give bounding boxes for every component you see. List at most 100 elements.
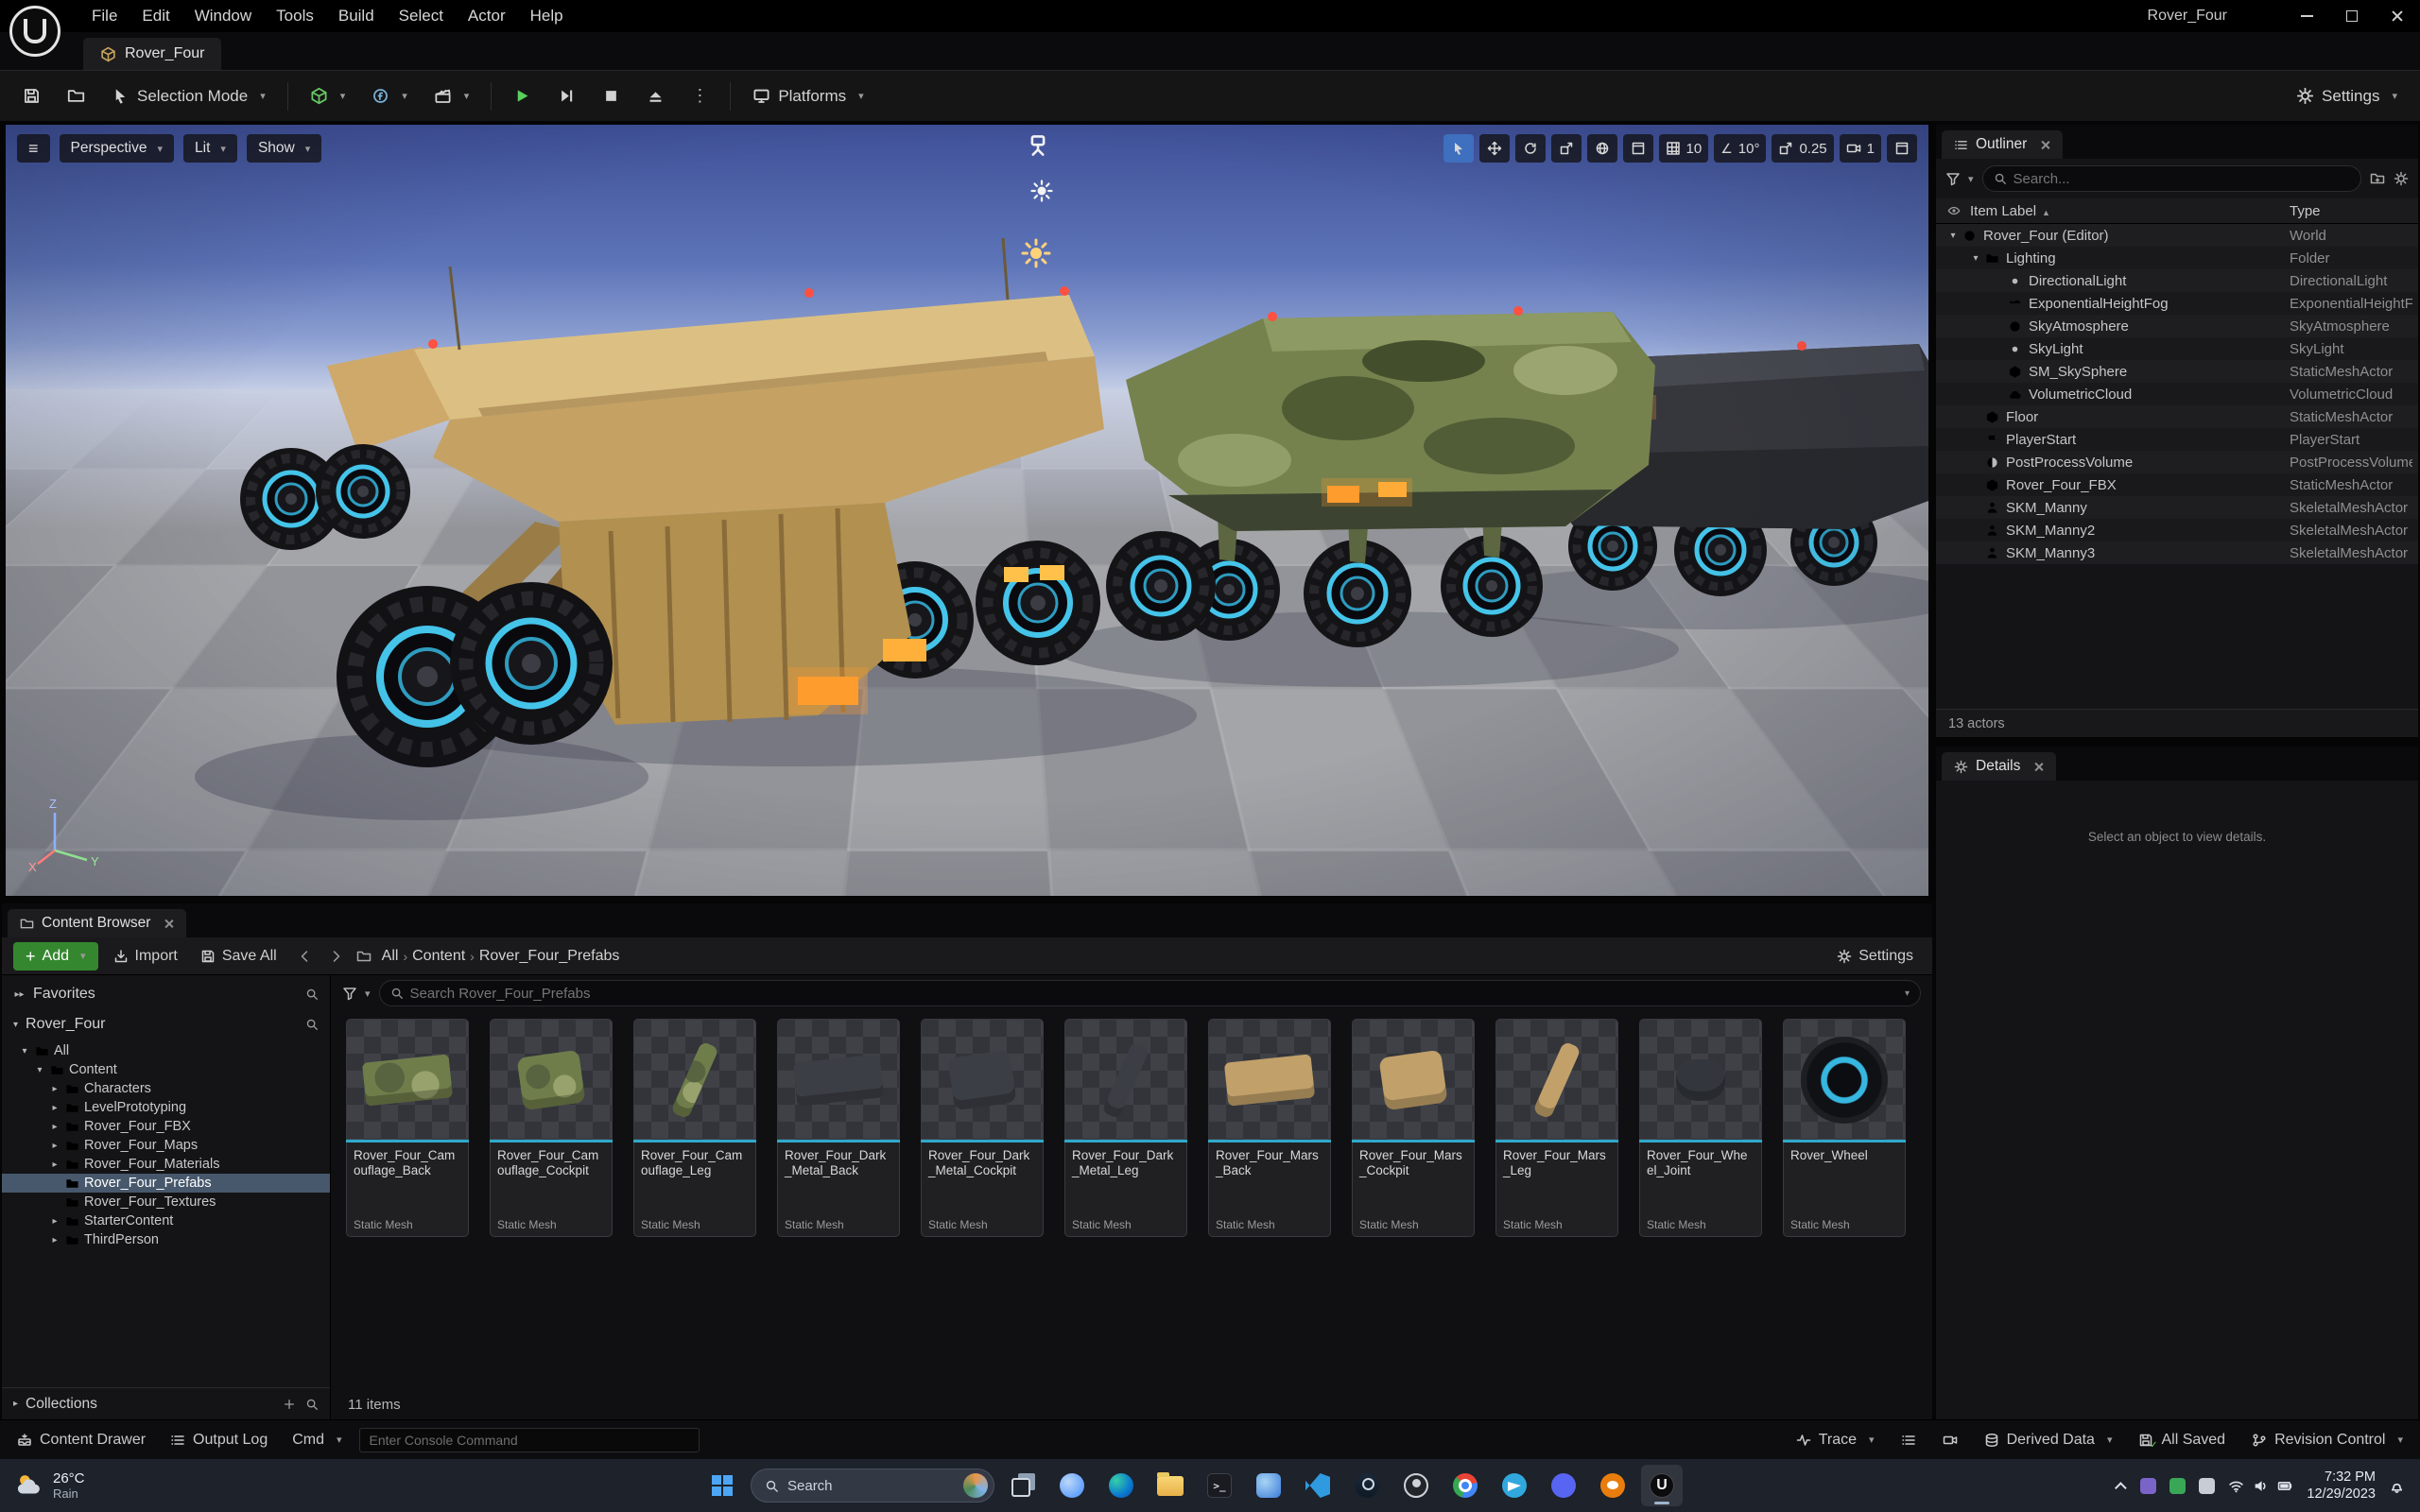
menu-item[interactable]: Build <box>326 0 387 32</box>
folder-tree-item[interactable]: Rover_Four_Maps <box>2 1136 330 1155</box>
surface-snap-button[interactable] <box>1623 134 1653 163</box>
asset-filter-button[interactable] <box>342 986 371 1001</box>
menu-item[interactable]: Help <box>518 0 576 32</box>
forward-button[interactable] <box>324 944 349 969</box>
expand-arrow-icon[interactable] <box>49 1160 60 1170</box>
taskbar-app-icon[interactable] <box>1297 1465 1339 1506</box>
trace-dropdown[interactable]: Trace <box>1789 1426 1882 1454</box>
taskbar-app-icon[interactable] <box>1395 1465 1437 1506</box>
search-icon[interactable] <box>305 1018 319 1031</box>
search-icon[interactable] <box>305 988 319 1001</box>
outliner-tab[interactable]: Outliner <box>1942 130 2063 159</box>
expand-arrow-icon[interactable] <box>49 1084 60 1094</box>
outliner-row[interactable]: SkyLight SkyLight <box>1936 337 2418 360</box>
close-icon[interactable] <box>2040 140 2050 150</box>
asset-tile[interactable]: Rover_Four_Mars_Back Static Mesh <box>1208 1019 1331 1237</box>
select-tool-button[interactable] <box>1443 134 1474 163</box>
taskbar-app-icon[interactable] <box>1002 1465 1044 1506</box>
viewport-3d-scene[interactable] <box>6 125 1928 896</box>
taskbar-app-icon[interactable] <box>1199 1465 1240 1506</box>
weather-widget[interactable]: 26°C Rain <box>15 1470 261 1501</box>
hidden-icons-chevron-icon[interactable] <box>2115 1482 2127 1494</box>
asset-tile[interactable]: Rover_Four_Dark_Metal_Cockpit Static Mes… <box>921 1019 1044 1237</box>
tray-app-icon[interactable] <box>2199 1478 2215 1494</box>
taskbar-app-icon[interactable] <box>1641 1465 1683 1506</box>
folder-tree-item[interactable]: Content <box>2 1060 330 1079</box>
outliner-row[interactable]: Rover_Four (Editor) World <box>1936 224 2418 247</box>
derived-data-dropdown[interactable]: Derived Data <box>1977 1426 2120 1454</box>
outliner-settings-gear-icon[interactable] <box>2394 171 2409 186</box>
asset-search-input[interactable] <box>410 986 1898 1002</box>
unreal-engine-logo-icon[interactable] <box>9 6 60 57</box>
outliner-filter-button[interactable] <box>1945 171 1974 186</box>
editor-mode-dropdown[interactable]: Selection Mode <box>102 78 275 114</box>
close-icon[interactable] <box>164 919 174 929</box>
folder-tree-item[interactable]: Rover_Four_Textures <box>2 1193 330 1211</box>
menu-item[interactable]: Window <box>182 0 264 32</box>
save-all-button[interactable]: Save All <box>193 942 285 971</box>
outliner-row[interactable]: ExponentialHeightFog ExponentialHeightFo… <box>1936 292 2418 315</box>
outliner-row[interactable]: SKM_Manny SkeletalMeshActor <box>1936 496 2418 519</box>
taskbar-clock[interactable]: 7:32 PM 12/29/2023 <box>2307 1469 2376 1503</box>
scale-snap-button[interactable]: 0.25 <box>1772 134 1833 163</box>
outliner-row[interactable]: Floor StaticMeshActor <box>1936 405 2418 428</box>
outliner-row[interactable]: Rover_Four_FBX StaticMeshActor <box>1936 473 2418 496</box>
add-asset-button[interactable]: +Add <box>13 942 98 971</box>
close-button[interactable] <box>2375 0 2420 32</box>
rotation-snap-button[interactable]: ∠10° <box>1714 134 1766 163</box>
perspective-dropdown[interactable]: Perspective <box>60 134 175 163</box>
expand-arrow-icon[interactable] <box>1945 231 1961 241</box>
eject-button[interactable] <box>637 78 674 114</box>
taskbar-app-icon[interactable] <box>1592 1465 1634 1506</box>
notifications-bell-icon[interactable] <box>2389 1478 2405 1494</box>
taskbar-app-icon[interactable] <box>1444 1465 1486 1506</box>
save-button[interactable] <box>13 78 50 114</box>
outliner-searchbox[interactable] <box>1982 165 2361 192</box>
asset-tile[interactable]: Rover_Four_Dark_Metal_Back Static Mesh <box>777 1019 900 1237</box>
expand-arrow-icon[interactable] <box>49 1122 60 1132</box>
folder-tree-item[interactable]: ThirdPerson <box>2 1230 330 1249</box>
content-browser-tab[interactable]: Content Browser <box>8 909 186 937</box>
expand-arrow-icon[interactable] <box>49 1103 60 1113</box>
taskbar-app-icon[interactable] <box>1051 1465 1093 1506</box>
show-dropdown[interactable]: Show <box>247 134 321 163</box>
add-collection-icon[interactable] <box>283 1398 296 1411</box>
taskbar-app-icon[interactable] <box>1494 1465 1535 1506</box>
spotlight-gizmo[interactable] <box>1025 132 1051 163</box>
folder-tree-item[interactable]: Rover_Four_FBX <box>2 1117 330 1136</box>
cinematics-dropdown[interactable] <box>424 78 479 114</box>
project-section[interactable]: ▾ Rover_Four <box>2 1009 330 1040</box>
insights-button[interactable] <box>1893 1426 1924 1454</box>
favorites-section[interactable]: ▸ Favorites <box>2 979 330 1009</box>
viewport-options-menu[interactable]: ≡ <box>17 134 50 163</box>
outliner-row[interactable]: PostProcessVolume PostProcessVolume <box>1936 451 2418 473</box>
screenshot-button[interactable] <box>1935 1426 1965 1454</box>
content-drawer-button[interactable]: Content Drawer <box>9 1426 153 1454</box>
asset-tile[interactable]: Rover_Four_Camouflage_Back Static Mesh <box>346 1019 469 1237</box>
outliner-row[interactable]: SKM_Manny2 SkeletalMeshActor <box>1936 519 2418 541</box>
view-mode-dropdown[interactable]: Lit <box>183 134 237 163</box>
asset-tile[interactable]: Rover_Wheel Static Mesh <box>1783 1019 1906 1237</box>
taskbar-app-icon[interactable] <box>1100 1465 1142 1506</box>
directional-light-gizmo[interactable] <box>1021 238 1051 273</box>
skylight-gizmo[interactable] <box>1030 180 1053 207</box>
outliner-row[interactable]: SkyAtmosphere SkyAtmosphere <box>1936 315 2418 337</box>
scale-tool-button[interactable] <box>1551 134 1582 163</box>
content-browser-settings-button[interactable]: Settings <box>1829 942 1921 971</box>
start-button[interactable] <box>701 1465 743 1506</box>
move-tool-button[interactable] <box>1479 134 1510 163</box>
folder-tree-item[interactable]: All <box>2 1041 330 1060</box>
maximize-button[interactable] <box>2329 0 2375 32</box>
cmd-dropdown[interactable]: Cmd <box>285 1426 349 1454</box>
taskbar-app-icon[interactable] <box>1248 1465 1289 1506</box>
breadcrumb-content[interactable]: Content <box>409 948 468 965</box>
minimize-button[interactable] <box>2284 0 2329 32</box>
asset-tile[interactable]: Rover_Four_Wheel_Joint Static Mesh <box>1639 1019 1762 1237</box>
outliner-row[interactable]: Lighting Folder <box>1936 247 2418 269</box>
menu-item[interactable]: Tools <box>264 0 326 32</box>
menu-item[interactable]: Actor <box>456 0 518 32</box>
outliner-row[interactable]: VolumetricCloud VolumetricCloud <box>1936 383 2418 405</box>
outliner-row[interactable]: DirectionalLight DirectionalLight <box>1936 269 2418 292</box>
taskbar-search[interactable]: Search <box>751 1469 994 1503</box>
back-button[interactable] <box>292 944 317 969</box>
